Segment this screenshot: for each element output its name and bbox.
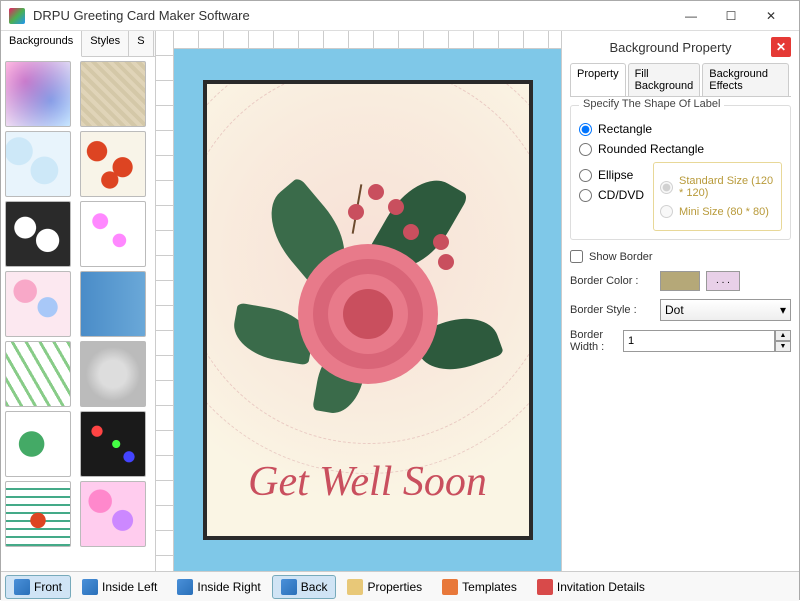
border-color-label: Border Color : (570, 275, 660, 287)
radio-ellipse-input[interactable] (579, 169, 592, 182)
templates-icon (442, 579, 458, 595)
radio-rounded-input[interactable] (579, 143, 592, 156)
bg-thumb[interactable] (5, 131, 71, 197)
property-tab-strip: Property Fill Background Background Effe… (570, 63, 791, 97)
radio-rectangle-input[interactable] (579, 123, 592, 136)
border-width-input[interactable] (623, 330, 775, 352)
canvas-area: Get Well Soon (156, 31, 561, 571)
radio-cddvd-input[interactable] (579, 189, 592, 202)
bg-thumb[interactable] (5, 411, 71, 477)
bg-thumb[interactable] (80, 481, 146, 547)
radio-standard-size[interactable]: Standard Size (120 * 120) (660, 175, 775, 199)
left-tab-strip: Backgrounds Styles S (1, 31, 155, 57)
spin-down[interactable]: ▼ (775, 341, 791, 352)
app-icon (9, 8, 25, 24)
page-icon (14, 579, 30, 595)
invitation-icon (537, 579, 553, 595)
show-border-label: Show Border (589, 251, 679, 263)
border-style-combo[interactable]: Dot▾ (660, 299, 791, 321)
properties-icon (347, 579, 363, 595)
thumbnail-scroll[interactable] (1, 57, 155, 571)
close-button[interactable]: ✕ (751, 2, 791, 30)
tab-background-effects[interactable]: Background Effects (702, 63, 789, 96)
tab-fill-background[interactable]: Fill Background (628, 63, 701, 96)
bg-thumb[interactable] (80, 411, 146, 477)
maximize-button[interactable]: ☐ (711, 2, 751, 30)
show-border-row[interactable]: Show Border (570, 250, 791, 263)
shape-legend: Specify The Shape Of Label (579, 98, 724, 110)
greeting-card[interactable]: Get Well Soon (203, 80, 533, 540)
canvas-viewport[interactable]: Get Well Soon (174, 49, 561, 571)
properties-panel: Background Property ✕ Property Fill Back… (561, 31, 799, 571)
view-front-button[interactable]: Front (5, 575, 71, 599)
spin-up[interactable]: ▲ (775, 330, 791, 341)
minimize-button[interactable]: — (671, 2, 711, 30)
radio-mini-size[interactable]: Mini Size (80 * 80) (660, 205, 775, 218)
border-width-spinner[interactable]: ▲▼ (623, 330, 791, 352)
page-icon (281, 579, 297, 595)
page-icon (177, 579, 193, 595)
invitation-details-button[interactable]: Invitation Details (528, 575, 654, 599)
border-color-more-button[interactable]: . . . (706, 271, 740, 291)
bg-thumb[interactable] (80, 341, 146, 407)
shape-fieldset: Specify The Shape Of Label Rectangle Rou… (570, 105, 791, 240)
bottom-toolbar: Front Inside Left Inside Right Back Prop… (1, 571, 799, 601)
bg-thumb[interactable] (5, 481, 71, 547)
bg-thumb[interactable] (80, 131, 146, 197)
tab-backgrounds[interactable]: Backgrounds (1, 31, 82, 57)
show-border-checkbox[interactable] (570, 250, 583, 263)
templates-button[interactable]: Templates (433, 575, 526, 599)
panel-title: Background Property (570, 40, 771, 55)
border-width-label: Border Width : (570, 329, 623, 353)
vertical-ruler (156, 31, 174, 571)
bg-thumb[interactable] (80, 201, 146, 267)
bg-thumb[interactable] (80, 61, 146, 127)
radio-rounded-rectangle[interactable]: Rounded Rectangle (579, 142, 782, 156)
radio-ellipse[interactable]: Ellipse (579, 168, 649, 182)
tab-more[interactable]: S (129, 31, 153, 56)
radio-cddvd[interactable]: CD/DVD (579, 188, 649, 202)
backgrounds-panel: Backgrounds Styles S (1, 31, 156, 571)
tab-styles[interactable]: Styles (82, 31, 129, 56)
titlebar: DRPU Greeting Card Maker Software — ☐ ✕ (1, 1, 799, 31)
horizontal-ruler (174, 31, 561, 49)
chevron-down-icon: ▾ (780, 303, 786, 317)
cd-size-box: Standard Size (120 * 120) Mini Size (80 … (653, 162, 782, 231)
card-message: Get Well Soon (207, 458, 529, 506)
view-inside-right-button[interactable]: Inside Right (168, 575, 269, 599)
bg-thumb[interactable] (5, 271, 71, 337)
bg-thumb[interactable] (5, 201, 71, 267)
page-icon (82, 579, 98, 595)
bg-thumb[interactable] (5, 341, 71, 407)
bg-thumb[interactable] (5, 61, 71, 127)
window-title: DRPU Greeting Card Maker Software (33, 8, 671, 23)
border-style-label: Border Style : (570, 304, 660, 316)
view-inside-left-button[interactable]: Inside Left (73, 575, 166, 599)
panel-close-button[interactable]: ✕ (771, 37, 791, 57)
tab-property[interactable]: Property (570, 63, 626, 96)
flower-illustration (238, 164, 498, 424)
view-back-button[interactable]: Back (272, 575, 337, 599)
border-color-swatch[interactable] (660, 271, 700, 291)
radio-rectangle[interactable]: Rectangle (579, 122, 782, 136)
bg-thumb[interactable] (80, 271, 146, 337)
properties-button[interactable]: Properties (338, 575, 431, 599)
